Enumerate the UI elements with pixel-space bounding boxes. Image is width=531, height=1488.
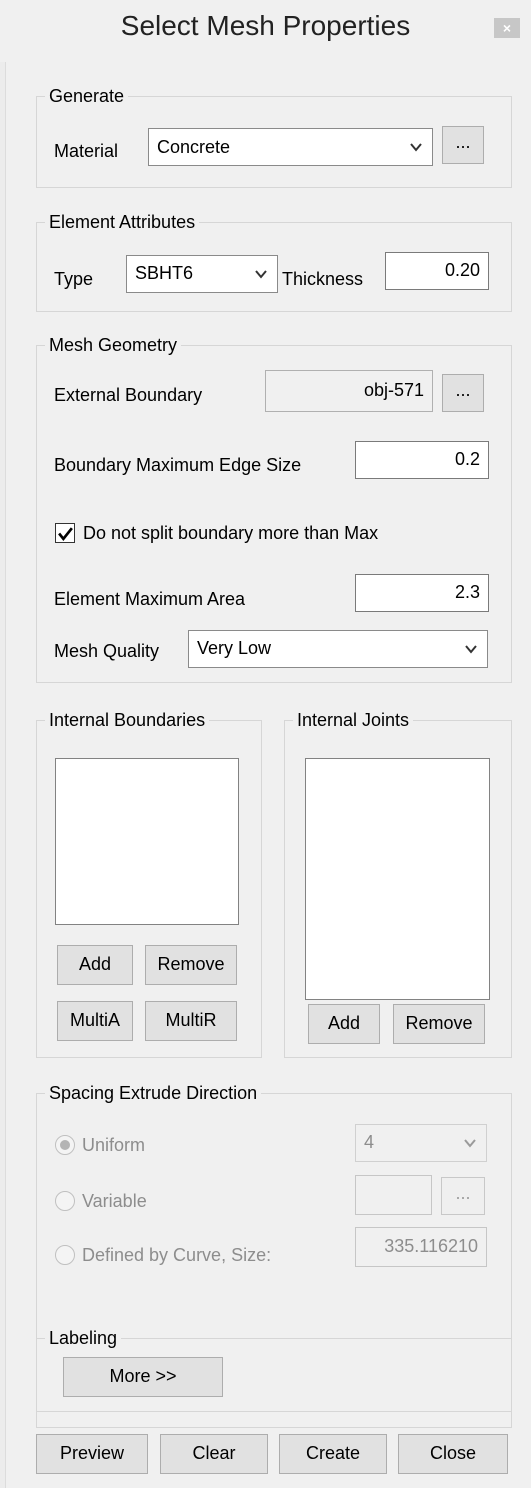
variable-field[interactable] — [355, 1175, 432, 1215]
internal-joints-legend: Internal Joints — [297, 710, 410, 730]
chevron-down-icon — [410, 143, 422, 152]
material-value: Concrete — [157, 137, 231, 157]
chevron-down-icon — [465, 645, 477, 654]
internal-boundaries-legend: Internal Boundaries — [49, 710, 206, 730]
no-split-checkbox[interactable] — [55, 523, 75, 543]
internal-joints-list[interactable] — [305, 758, 490, 1000]
max-edge-input[interactable]: 0.2 — [355, 441, 489, 479]
window-title: Select Mesh Properties — [120, 10, 411, 41]
mesh-quality-select[interactable]: Very Low — [188, 630, 488, 668]
type-label: Type — [54, 269, 94, 289]
variable-browse-button[interactable]: ... — [441, 1177, 485, 1215]
thickness-label: Thickness — [282, 269, 364, 289]
mesh-quality-label: Mesh Quality — [54, 641, 160, 661]
preview-button[interactable]: Preview — [36, 1434, 148, 1474]
create-button[interactable]: Create — [279, 1434, 387, 1474]
external-boundary-browse-button[interactable]: ... — [442, 374, 484, 412]
boundaries-multia-button[interactable]: MultiA — [57, 1001, 133, 1041]
curve-label: Defined by Curve, Size: — [82, 1245, 272, 1265]
labeling-legend: Labeling — [49, 1328, 118, 1348]
more-button[interactable]: More >> — [63, 1357, 223, 1397]
uniform-select[interactable]: 4 — [355, 1124, 487, 1162]
window-left-border — [0, 0, 6, 1488]
mesh-quality-value: Very Low — [197, 638, 272, 658]
joints-add-button[interactable]: Add — [308, 1004, 380, 1044]
title-bar[interactable]: Select Mesh Properties × — [0, 0, 531, 62]
checkmark-icon — [58, 527, 73, 541]
curve-size-field[interactable]: 335.116210 — [355, 1227, 487, 1267]
external-boundary-field: obj-571 — [265, 370, 433, 412]
boundaries-remove-button[interactable]: Remove — [145, 945, 237, 985]
spacing-legend: Spacing Extrude Direction — [49, 1083, 258, 1103]
no-split-label: Do not split boundary more than Max — [83, 523, 379, 543]
material-label: Material — [54, 141, 119, 161]
element-type-select[interactable]: SBHT6 — [126, 255, 278, 293]
element-attributes-legend: Element Attributes — [49, 212, 196, 232]
close-icon[interactable]: × — [494, 18, 520, 38]
uniform-radio[interactable] — [55, 1135, 75, 1155]
uniform-label: Uniform — [82, 1135, 146, 1155]
curve-radio[interactable] — [55, 1245, 75, 1265]
uniform-value: 4 — [364, 1132, 375, 1152]
boundaries-add-button[interactable]: Add — [57, 945, 133, 985]
generate-legend: Generate — [49, 86, 125, 106]
external-boundary-label: External Boundary — [54, 385, 203, 405]
mesh-geometry-legend: Mesh Geometry — [49, 335, 178, 355]
clear-button[interactable]: Clear — [160, 1434, 268, 1474]
boundaries-multir-button[interactable]: MultiR — [145, 1001, 237, 1041]
joints-remove-button[interactable]: Remove — [393, 1004, 485, 1044]
max-edge-label: Boundary Maximum Edge Size — [54, 455, 302, 475]
material-select[interactable]: Concrete — [148, 128, 433, 166]
variable-label: Variable — [82, 1191, 147, 1211]
chevron-down-icon — [464, 1139, 476, 1148]
close-button[interactable]: Close — [398, 1434, 508, 1474]
max-area-label: Element Maximum Area — [54, 589, 246, 609]
internal-boundaries-list[interactable] — [55, 758, 239, 925]
material-browse-button[interactable]: ... — [442, 126, 484, 164]
chevron-down-icon — [255, 270, 267, 279]
variable-radio[interactable] — [55, 1191, 75, 1211]
max-area-input[interactable]: 2.3 — [355, 574, 489, 612]
element-type-value: SBHT6 — [135, 263, 194, 283]
thickness-input[interactable]: 0.20 — [385, 252, 489, 290]
